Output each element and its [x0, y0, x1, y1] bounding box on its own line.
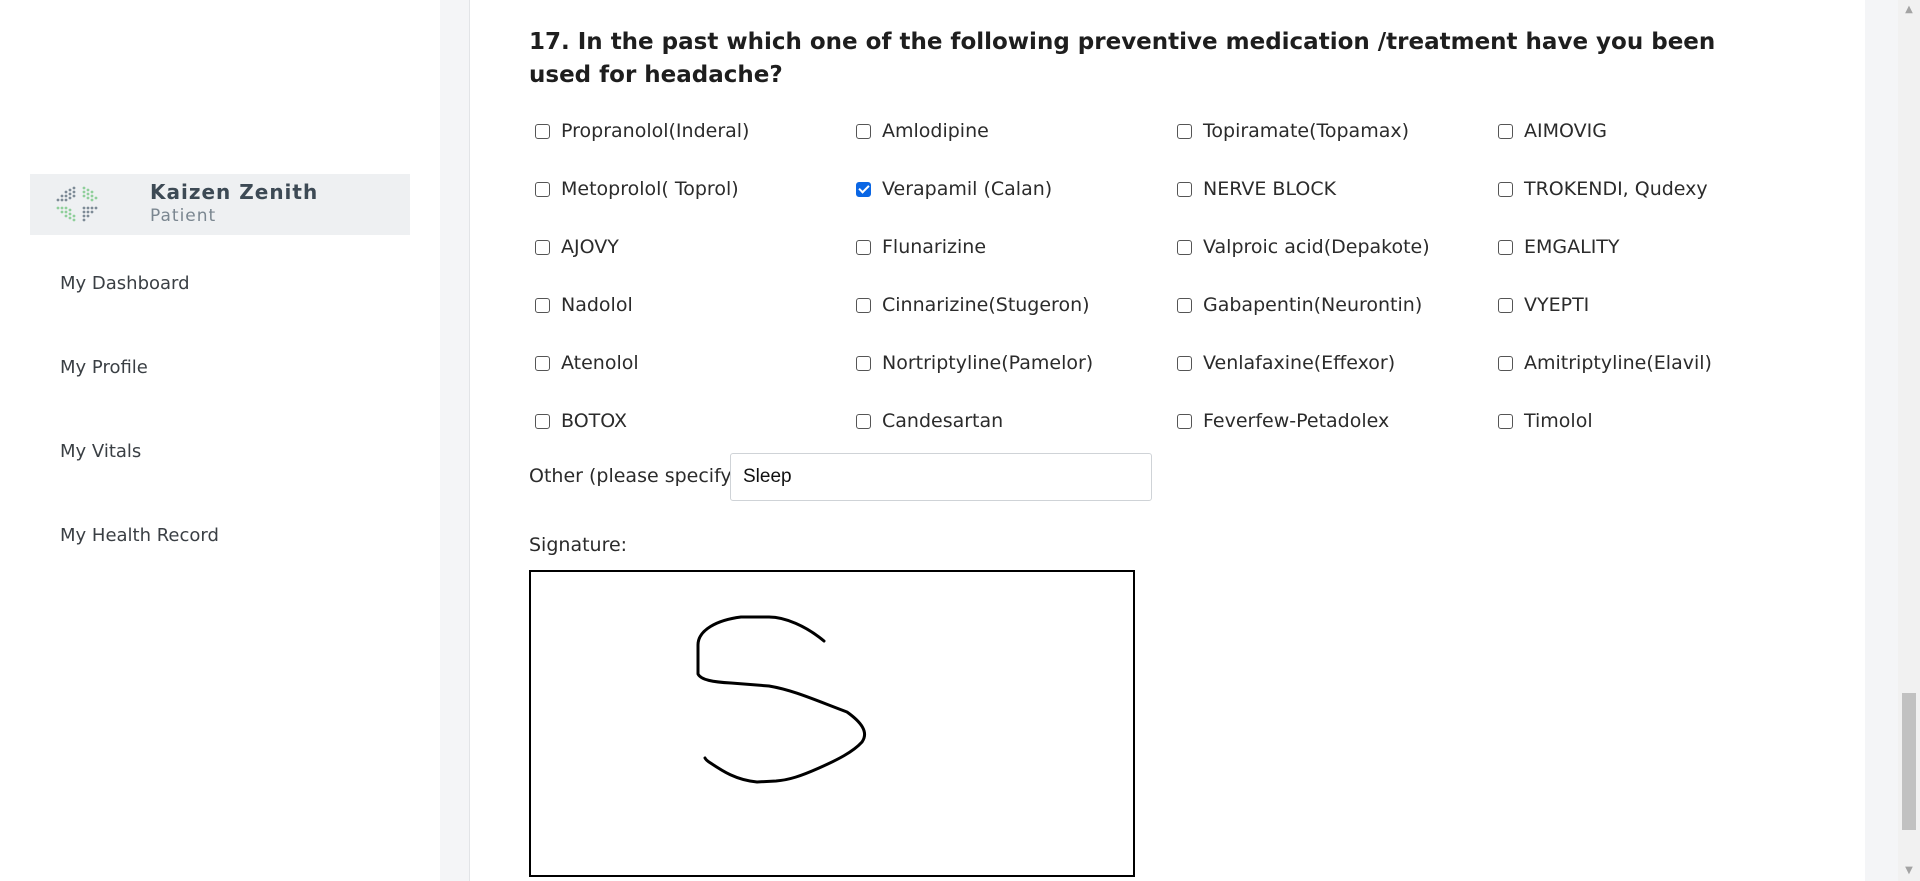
- scroll-up-icon[interactable]: ▲: [1898, 2, 1920, 18]
- option-atenolol[interactable]: Atenolol: [535, 352, 639, 374]
- option-botox[interactable]: BOTOX: [535, 410, 627, 432]
- sidebar-item-my-profile[interactable]: My Profile: [60, 357, 148, 378]
- sidebar-item-my-dashboard[interactable]: My Dashboard: [60, 273, 190, 294]
- option-venlafaxine[interactable]: Venlafaxine(Effexor): [1177, 352, 1395, 374]
- option-amitriptyline[interactable]: Amitriptyline(Elavil): [1498, 352, 1712, 374]
- logo-title: Kaizen Zenith: [150, 180, 319, 204]
- checkbox[interactable]: [1177, 123, 1192, 139]
- option-label: Cinnarizine(Stugeron): [882, 294, 1090, 316]
- option-metoprolol[interactable]: Metoprolol( Toprol): [535, 178, 739, 200]
- option-label: Metoprolol( Toprol): [561, 178, 739, 200]
- logo-icon: [56, 186, 98, 222]
- option-label: Flunarizine: [882, 236, 987, 258]
- checkbox[interactable]: [535, 413, 550, 429]
- layout-gap-right: [1865, 0, 1900, 881]
- option-verapamil[interactable]: Verapamil (Calan): [856, 178, 1052, 200]
- layout-gap: [440, 0, 469, 881]
- checkbox[interactable]: [1498, 239, 1513, 255]
- option-label: Candesartan: [882, 410, 1004, 432]
- checkbox[interactable]: [535, 181, 550, 197]
- checkbox[interactable]: [1498, 297, 1513, 313]
- option-label: Nortriptyline(Pamelor): [882, 352, 1094, 374]
- option-valproic-acid[interactable]: Valproic acid(Depakote): [1177, 236, 1430, 258]
- checkbox[interactable]: [1498, 123, 1513, 139]
- sidebar-item-my-health-record[interactable]: My Health Record: [60, 525, 219, 546]
- option-label: TROKENDI, Qudexy: [1524, 178, 1708, 200]
- checkbox[interactable]: [1177, 239, 1192, 255]
- checkbox[interactable]: [1177, 297, 1192, 313]
- option-nadolol[interactable]: Nadolol: [535, 294, 633, 316]
- option-label: Amitriptyline(Elavil): [1524, 352, 1712, 374]
- scroll-thumb[interactable]: [1902, 693, 1916, 830]
- checkbox[interactable]: [856, 413, 871, 429]
- option-label: EMGALITY: [1524, 236, 1620, 258]
- option-flunarizine[interactable]: Flunarizine: [856, 236, 986, 258]
- option-propranolol[interactable]: Propranolol(Inderal): [535, 120, 749, 142]
- option-label: Topiramate(Topamax): [1203, 120, 1410, 142]
- sidebar-item-my-vitals[interactable]: My Vitals: [60, 441, 141, 462]
- option-feverfew-petadolex[interactable]: Feverfew-Petadolex: [1177, 410, 1389, 432]
- signature-label: Signature:: [529, 534, 628, 556]
- option-aimovig[interactable]: AIMOVIG: [1498, 120, 1607, 142]
- option-label: VYEPTI: [1524, 294, 1590, 316]
- option-trokendi[interactable]: TROKENDI, Qudexy: [1498, 178, 1708, 200]
- checkbox[interactable]: [856, 297, 871, 313]
- option-label: Propranolol(Inderal): [561, 120, 750, 142]
- option-cinnarizine[interactable]: Cinnarizine(Stugeron): [856, 294, 1090, 316]
- checkbox[interactable]: [1177, 355, 1192, 371]
- logo: Kaizen Zenith Patient: [30, 174, 410, 235]
- checkbox[interactable]: [535, 239, 550, 255]
- option-label: Gabapentin(Neurontin): [1203, 294, 1423, 316]
- option-nerve-block[interactable]: NERVE BLOCK: [1177, 178, 1336, 200]
- option-amlodipine[interactable]: Amlodipine: [856, 120, 989, 142]
- checkbox[interactable]: [1498, 413, 1513, 429]
- scroll-down-icon[interactable]: ▼: [1898, 863, 1920, 879]
- option-ajovy[interactable]: AJOVY: [535, 236, 619, 258]
- option-emgality[interactable]: EMGALITY: [1498, 236, 1620, 258]
- option-label: NERVE BLOCK: [1203, 178, 1337, 200]
- option-gabapentin[interactable]: Gabapentin(Neurontin): [1177, 294, 1422, 316]
- checkbox[interactable]: [1177, 413, 1192, 429]
- option-label: Nadolol: [561, 294, 633, 316]
- option-label: Venlafaxine(Effexor): [1203, 352, 1396, 374]
- option-timolol[interactable]: Timolol: [1498, 410, 1593, 432]
- other-specify-label: Other (please specify):: [529, 465, 746, 487]
- checkbox[interactable]: [1498, 355, 1513, 371]
- option-label: Atenolol: [561, 352, 639, 374]
- logo-subtitle: Patient: [150, 206, 217, 226]
- checkbox[interactable]: [856, 181, 871, 197]
- checkbox[interactable]: [1177, 181, 1192, 197]
- checkbox[interactable]: [1498, 181, 1513, 197]
- option-label: Amlodipine: [882, 120, 989, 142]
- sidebar: Kaizen Zenith Patient My Dashboard My Pr…: [0, 0, 441, 881]
- checkbox[interactable]: [535, 297, 550, 313]
- option-label: AIMOVIG: [1524, 120, 1607, 142]
- option-label: AJOVY: [561, 236, 619, 258]
- option-label: Timolol: [1524, 410, 1593, 432]
- question-title: 17. In the past which one of the followi…: [529, 29, 1716, 88]
- checkbox[interactable]: [856, 239, 871, 255]
- signature-drawing: [696, 615, 867, 784]
- option-label: Feverfew-Petadolex: [1203, 410, 1390, 432]
- signature-pad[interactable]: [529, 570, 1135, 877]
- option-label: Valproic acid(Depakote): [1203, 236, 1430, 258]
- option-candesartan[interactable]: Candesartan: [856, 410, 1003, 432]
- option-vyepti[interactable]: VYEPTI: [1498, 294, 1589, 316]
- checkbox[interactable]: [856, 123, 871, 139]
- option-topiramate[interactable]: Topiramate(Topamax): [1177, 120, 1409, 142]
- checkbox[interactable]: [856, 355, 871, 371]
- checkbox[interactable]: [535, 355, 550, 371]
- option-nortriptyline[interactable]: Nortriptyline(Pamelor): [856, 352, 1093, 374]
- option-label: Verapamil (Calan): [882, 178, 1053, 200]
- option-label: BOTOX: [561, 410, 628, 432]
- checkbox[interactable]: [535, 123, 550, 139]
- page-scrollbar[interactable]: ▲ ▼: [1898, 0, 1920, 881]
- other-specify-input[interactable]: [730, 453, 1152, 501]
